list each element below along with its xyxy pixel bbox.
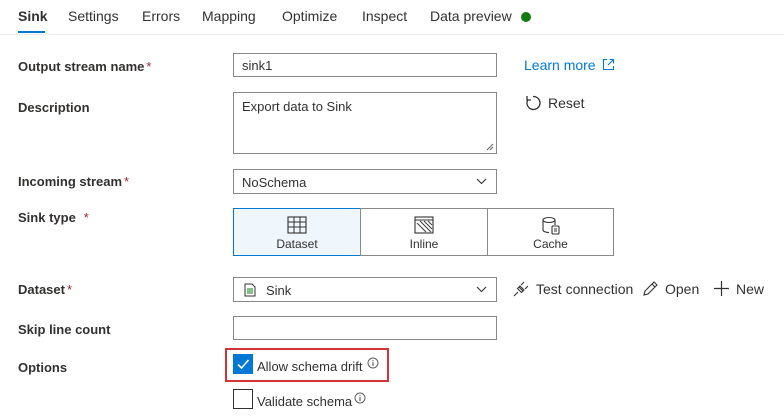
reset-button[interactable]: Reset [524, 94, 585, 112]
external-link-icon [603, 58, 615, 71]
output-stream-name-label: Output stream name * [18, 59, 152, 74]
pencil-icon [643, 281, 658, 296]
dataset-table-icon [287, 216, 307, 234]
new-dataset-button[interactable]: New [713, 280, 764, 297]
validate-schema-label: Validate schema [257, 394, 353, 409]
tab-data-preview[interactable]: Data preview [430, 8, 512, 24]
highlight-box [225, 348, 389, 382]
open-dataset-button[interactable]: Open [642, 280, 699, 297]
incoming-stream-select[interactable]: NoSchema [233, 169, 497, 194]
active-tab-indicator [18, 31, 45, 33]
tab-settings[interactable]: Settings [68, 8, 119, 24]
reset-icon [526, 95, 541, 111]
description-textarea[interactable]: Export data to Sink [233, 92, 497, 154]
cache-icon [541, 216, 560, 235]
description-label: Description [18, 100, 90, 115]
skip-line-count-label: Skip line count [18, 322, 111, 337]
sink-type-cache-button[interactable]: Cache [487, 208, 614, 256]
validate-schema-checkbox[interactable] [233, 389, 253, 409]
chevron-down-icon [476, 286, 487, 293]
test-connection-button[interactable]: Test connection [512, 280, 633, 298]
skip-line-count-input[interactable] [233, 316, 497, 340]
tab-errors[interactable]: Errors [142, 8, 180, 24]
info-icon[interactable] [354, 392, 366, 404]
chevron-down-icon [476, 178, 487, 185]
resize-grip-icon[interactable] [486, 143, 494, 151]
tab-mapping[interactable]: Mapping [202, 8, 256, 24]
plus-icon [714, 281, 729, 296]
sink-type-inline-button[interactable]: Inline [360, 208, 488, 256]
plug-icon [513, 281, 529, 297]
description-text: Export data to Sink [242, 99, 352, 114]
sink-type-dataset-button[interactable]: Dataset [233, 208, 361, 256]
tab-optimize[interactable]: Optimize [282, 8, 337, 24]
sink-type-label: Sink type * [18, 210, 89, 225]
tab-inspect[interactable]: Inspect [362, 8, 407, 24]
incoming-stream-label: Incoming stream * [18, 174, 130, 189]
output-stream-name-input[interactable] [233, 53, 497, 77]
options-label: Options [18, 360, 68, 375]
status-dot [521, 12, 531, 22]
dataset-select[interactable]: Sink [233, 277, 497, 302]
tab-bar: Sink Settings Errors Mapping Optimize In… [0, 0, 784, 35]
tab-sink[interactable]: Sink [18, 8, 48, 24]
file-icon [244, 283, 256, 297]
inline-icon [414, 216, 434, 234]
dataset-label: Dataset * [18, 282, 73, 297]
learn-more-link[interactable]: Learn more [524, 57, 615, 73]
